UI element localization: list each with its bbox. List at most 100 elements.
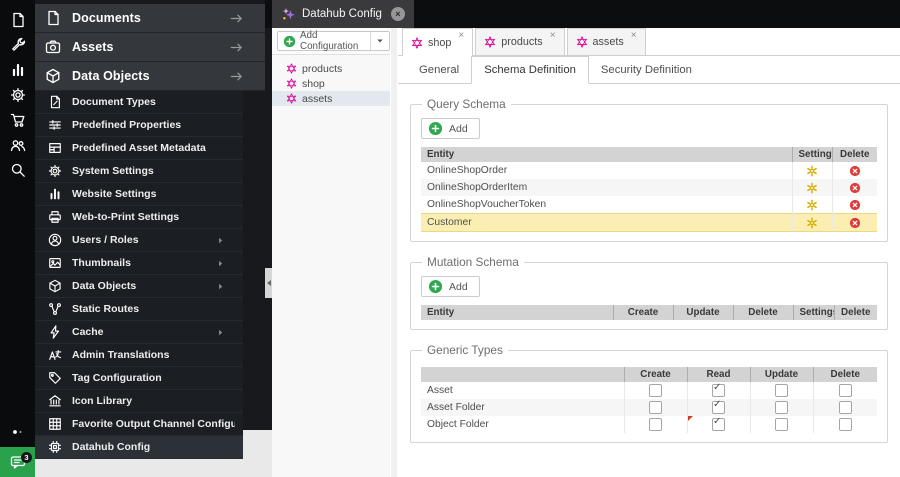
tree-item-products[interactable]: products [272, 61, 390, 76]
add-configuration-main[interactable]: Add Configuration [278, 30, 370, 52]
query-schema-legend: Query Schema [427, 97, 506, 111]
column-header-delete[interactable]: Delete [813, 367, 877, 382]
gear-icon [48, 164, 62, 178]
rail-users-button[interactable] [0, 132, 35, 157]
notification-badge: 3 [21, 452, 32, 463]
add-configuration-dropdown[interactable] [370, 32, 389, 50]
column-header-settings[interactable]: Settings [792, 147, 833, 162]
menu-item-static-routes[interactable]: Static Routes [35, 298, 243, 321]
delete-checkbox[interactable] [838, 418, 852, 431]
menu-item-web-to-print-settings[interactable]: Web-to-Print Settings [35, 206, 243, 229]
menu-item-icon-library[interactable]: Icon Library [35, 390, 243, 413]
update-checkbox[interactable] [775, 418, 788, 431]
table-row[interactable]: Object Folder [421, 416, 877, 433]
notifications-button[interactable]: 3 [0, 447, 35, 477]
row-settings-icon[interactable] [806, 199, 818, 211]
table-row[interactable]: Asset [421, 382, 877, 399]
menu-item-datahub-config[interactable]: Datahub Config [35, 436, 243, 459]
menu-item-admin-translations[interactable]: Admin Translations [35, 344, 243, 367]
table-row-selected[interactable]: Customer [421, 213, 877, 232]
table-row[interactable]: OnlineShopOrderItem [421, 179, 877, 196]
column-header-update[interactable]: Update [673, 305, 734, 320]
delete-checkbox[interactable] [838, 384, 852, 397]
documents-section-icon [45, 10, 61, 26]
create-checkbox[interactable] [649, 401, 662, 414]
row-settings-icon[interactable] [806, 165, 818, 177]
rail-reports-button[interactable] [0, 57, 35, 82]
table-row[interactable]: OnlineShopOrder [421, 162, 877, 179]
column-header-create[interactable]: Create [613, 305, 674, 320]
read-checkbox[interactable] [712, 416, 725, 431]
menu-item-favorite-output-channel-configurations[interactable]: Favorite Output Channel Configurations [35, 413, 243, 436]
column-header-settings[interactable]: Settings [793, 305, 835, 320]
create-checkbox[interactable] [649, 384, 662, 397]
search-icon [10, 162, 26, 178]
subtab-general[interactable]: General [407, 56, 471, 83]
tree-item-assets[interactable]: assets [272, 91, 390, 106]
update-checkbox[interactable] [775, 384, 788, 397]
column-header-update[interactable]: Update [750, 367, 814, 382]
accordion-documents[interactable]: Documents [35, 4, 265, 33]
subtab-security-definition[interactable]: Security Definition [589, 56, 704, 83]
query-schema-add-button[interactable]: Add [421, 118, 480, 139]
column-header-entity[interactable]: Entity [421, 147, 793, 162]
subtab-schema-definition[interactable]: Schema Definition [471, 56, 589, 84]
menu-item-users-roles[interactable]: Users / Roles [35, 229, 243, 252]
tab-shop[interactable]: shop [402, 28, 474, 56]
assets-section-icon [45, 39, 61, 55]
column-header-delete[interactable]: Delete [834, 305, 877, 320]
accordion-data-objects[interactable]: Data Objects [35, 62, 265, 91]
update-checkbox[interactable] [775, 401, 788, 414]
sidebar-collapse-handle[interactable] [265, 268, 272, 298]
column-header-read[interactable]: Read [687, 367, 751, 382]
rail-ecommerce-button[interactable] [0, 107, 35, 132]
mutation-schema-add-button[interactable]: Add [421, 276, 480, 297]
read-checkbox[interactable] [712, 382, 725, 397]
row-delete-icon[interactable] [849, 199, 861, 211]
rail-search-button[interactable] [0, 157, 35, 182]
window-tab-close-icon[interactable] [390, 7, 405, 21]
read-checkbox[interactable] [712, 399, 725, 414]
menu-item-cache[interactable]: Cache [35, 321, 243, 344]
tab-products[interactable]: products [475, 28, 565, 55]
rail-documents-button[interactable] [0, 7, 35, 32]
type-cell: Object Folder [421, 416, 624, 433]
menu-item-predefined-asset-metadata[interactable]: Predefined Asset Metadata [35, 137, 243, 160]
row-settings-icon[interactable] [806, 217, 818, 229]
menu-item-system-settings[interactable]: System Settings [35, 160, 243, 183]
configuration-list: products shop assets [272, 55, 390, 106]
tab-close-icon[interactable] [458, 29, 464, 42]
menu-item-document-types[interactable]: Document Types [35, 91, 243, 114]
delete-checkbox[interactable] [838, 401, 852, 414]
rail-tools-button[interactable] [0, 32, 35, 57]
add-configuration-button[interactable]: Add Configuration [277, 30, 390, 52]
column-header-delete[interactable]: Delete [733, 305, 794, 320]
menu-item-predefined-properties[interactable]: Predefined Properties [35, 114, 243, 137]
row-delete-icon[interactable] [849, 182, 861, 194]
table-row[interactable]: OnlineShopVoucherToken [421, 196, 877, 214]
menu-item-data-objects[interactable]: Data Objects [35, 275, 243, 298]
column-header-entity[interactable]: Entity [421, 305, 614, 320]
column-header-delete[interactable]: Delete [832, 147, 877, 162]
tree-item-shop[interactable]: shop [272, 76, 390, 91]
window-tab-datahub-config[interactable]: Datahub Config [272, 0, 414, 28]
sidebar-menu: Documents Assets Data Objects Document T… [35, 4, 265, 459]
tab-close-icon[interactable] [550, 29, 556, 42]
row-delete-icon[interactable] [849, 217, 861, 229]
menu-item-tag-configuration[interactable]: Tag Configuration [35, 367, 243, 390]
tag-icon [48, 371, 62, 385]
rail-more-button[interactable] [0, 425, 35, 439]
tab-close-icon[interactable] [631, 29, 637, 42]
menu-item-thumbnails[interactable]: Thumbnails [35, 252, 243, 275]
create-checkbox[interactable] [649, 418, 662, 431]
menu-item-website-settings[interactable]: Website Settings [35, 183, 243, 206]
submenu-caret-icon [216, 236, 225, 245]
row-delete-icon[interactable] [849, 165, 861, 177]
column-header-create[interactable]: Create [624, 367, 688, 382]
rail-settings-button[interactable] [0, 82, 35, 107]
table-row[interactable]: Asset Folder [421, 399, 877, 416]
tab-assets[interactable]: assets [566, 28, 646, 55]
row-settings-icon[interactable] [806, 182, 818, 194]
vertical-splitter[interactable] [390, 28, 398, 477]
accordion-assets[interactable]: Assets [35, 33, 265, 62]
